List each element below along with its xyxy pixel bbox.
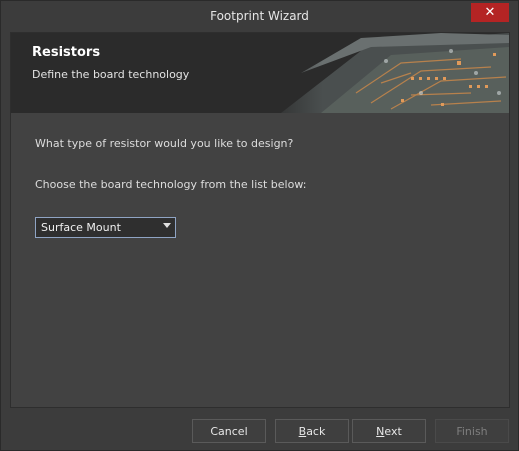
finish-label: Finish <box>456 424 488 438</box>
page-title: Resistors <box>32 45 101 60</box>
back-mnemonic: B <box>298 424 307 438</box>
close-icon: ✕ <box>484 5 496 20</box>
wizard-banner: Resistors Define the board technology <box>11 33 509 113</box>
page-subtitle: Define the board technology <box>32 68 190 81</box>
circuit-board-image <box>261 33 509 113</box>
window-title: Footprint Wizard <box>210 9 309 23</box>
board-technology-select[interactable]: Surface Mount <box>35 217 176 238</box>
finish-button[interactable]: Finish <box>435 419 509 443</box>
title-bar: Footprint Wizard ✕ <box>1 1 518 31</box>
close-button[interactable]: ✕ <box>471 3 509 22</box>
wizard-content: Resistors Define the board technology Wh… <box>10 32 510 408</box>
question-text: What type of resistor would you like to … <box>35 137 294 150</box>
next-button[interactable]: Next <box>352 419 426 443</box>
chevron-down-icon <box>163 223 171 228</box>
prompt-text: Choose the board technology from the lis… <box>35 178 307 191</box>
footprint-wizard-window: Footprint Wizard ✕ Resistors Define the … <box>0 0 519 451</box>
select-value: Surface Mount <box>41 221 121 234</box>
back-button[interactable]: Back <box>275 419 349 443</box>
cancel-label: Cancel <box>210 424 248 438</box>
next-mnemonic: N <box>376 424 385 438</box>
cancel-button[interactable]: Cancel <box>192 419 266 443</box>
next-label: ext <box>384 424 402 438</box>
back-label: ack <box>306 424 326 438</box>
